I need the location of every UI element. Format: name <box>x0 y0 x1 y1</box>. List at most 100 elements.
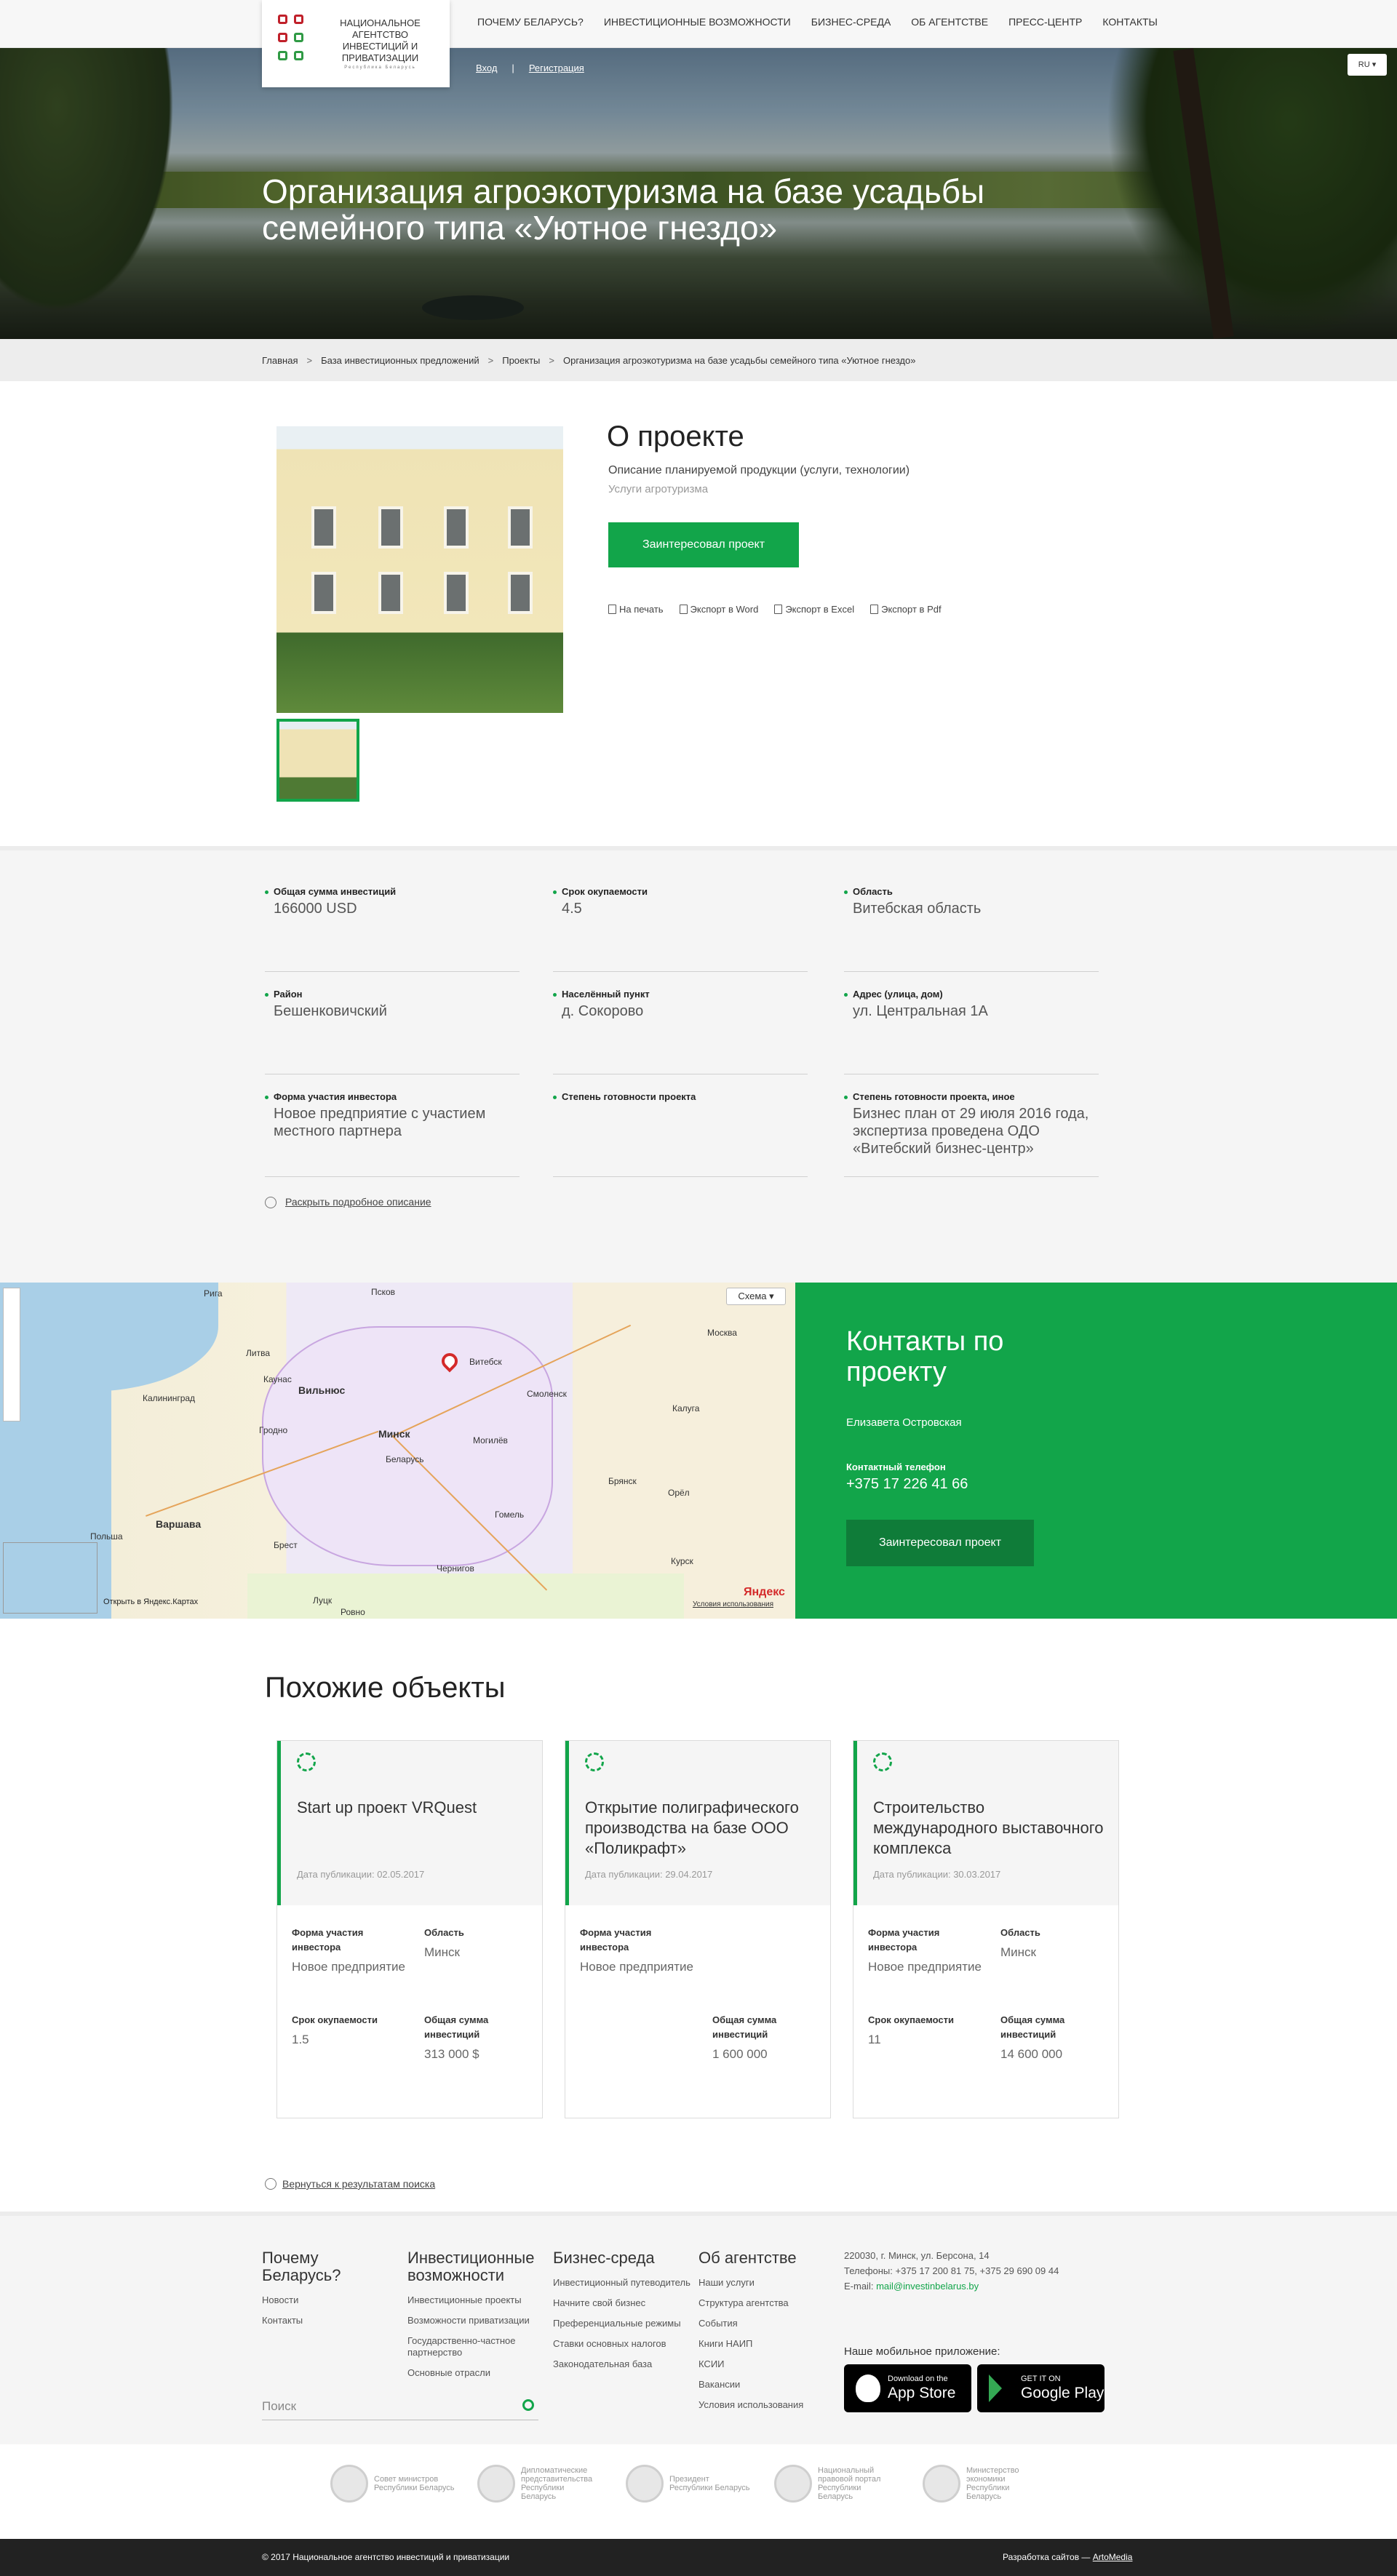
footer-col-agency: Об агентстве Наши услуги Структура агент… <box>698 2249 837 2420</box>
footer-heading[interactable]: Почему Беларусь? <box>262 2249 400 2284</box>
logo[interactable]: Национальное агентство инвестиций и прив… <box>262 0 450 87</box>
footer-heading[interactable]: Инвестиционные возможности <box>407 2249 546 2284</box>
footer-heading[interactable]: Бизнес-среда <box>553 2249 691 2267</box>
card-title[interactable]: Строительство международного выставочног… <box>873 1798 1106 1859</box>
register-link[interactable]: Регистрация <box>529 63 584 73</box>
map[interactable]: Вильнюс Минск Москва Варшава Витебск Мог… <box>0 1283 795 1619</box>
breadcrumb-database[interactable]: База инвестиционных предложений <box>321 355 479 366</box>
detail-value: Витебская область <box>853 901 982 917</box>
card-sum-value: 313 000 $ <box>424 2047 479 2061</box>
footer-link[interactable]: Наши услуги <box>698 2277 837 2289</box>
gov-link-name: Министерство экономики <box>966 2466 1019 2484</box>
app-store-button[interactable]: Download on the App Store <box>844 2364 971 2412</box>
email-link[interactable]: mail@investinbelarus.by <box>876 2281 979 2292</box>
map-city: Витебск <box>469 1357 502 1367</box>
contacts-interested-button[interactable]: Заинтересовал проект <box>846 1520 1034 1566</box>
footer-col-why: Почему Беларусь? Новости Контакты <box>262 2249 400 2335</box>
footer-link[interactable]: Инвестиционный путеводитель <box>553 2277 691 2289</box>
card-form-value: Новое предприятие <box>292 1960 405 1974</box>
search-icon[interactable] <box>522 2399 534 2411</box>
gov-link-diplomatic[interactable]: Дипломатические представительства Республ… <box>477 2463 601 2504</box>
developer-link[interactable]: ArtoMedia <box>1093 2552 1133 2562</box>
map-city: Польша <box>90 1531 123 1542</box>
detail-investor-form: Форма участия инвестора Новое предприятие… <box>265 1091 520 1177</box>
footer-search-input[interactable]: Поиск <box>262 2399 296 2414</box>
export-pdf-link[interactable]: Экспорт в Pdf <box>870 604 942 615</box>
card-title[interactable]: Start up проект VRQuest <box>297 1798 530 1818</box>
gov-link-sub: Республики Беларусь <box>669 2484 750 2492</box>
footer-link[interactable]: Инвестиционные проекты <box>407 2294 546 2306</box>
nav-contacts[interactable]: Контакты <box>1102 16 1158 28</box>
detail-label: Область <box>844 886 1099 897</box>
map-city: Минск <box>378 1428 410 1440</box>
document-icon <box>774 605 783 614</box>
footer-link[interactable]: Основные отрасли <box>407 2367 546 2379</box>
card-header: Строительство международного выставочног… <box>853 1741 1118 1905</box>
login-link[interactable]: Вход <box>476 63 497 73</box>
footer-link[interactable]: Вакансии <box>698 2379 837 2390</box>
card-sum-label: Общая сумма инвестиций <box>1000 2014 1065 2040</box>
breadcrumb-projects[interactable]: Проекты <box>502 355 540 366</box>
footer-link[interactable]: Законодательная база <box>553 2358 691 2370</box>
card-payback-label: Срок окупаемости <box>868 2014 955 2025</box>
map-city: Вильнюс <box>298 1384 346 1396</box>
footer-link[interactable]: Новости <box>262 2294 400 2306</box>
detail-region: Область Витебская область <box>844 886 1099 972</box>
footer-link[interactable]: Контакты <box>262 2315 400 2326</box>
back-to-results-link[interactable]: Вернуться к результатам поиска <box>265 2178 435 2190</box>
footer-link[interactable]: КСИИ <box>698 2358 837 2370</box>
print-link[interactable]: На печать <box>608 604 664 615</box>
footer-link[interactable]: Ставки основных налогов <box>553 2338 691 2350</box>
map-terms-link[interactable]: Условия использования <box>693 1600 773 1608</box>
expand-description-link[interactable]: Раскрыть подробное описание <box>285 1196 431 1208</box>
breadcrumb: Главная > База инвестиционных предложений >… <box>0 339 1397 381</box>
footer-link[interactable]: Условия использования <box>698 2399 837 2411</box>
map-belarus-region <box>262 1326 553 1566</box>
breadcrumb-home[interactable]: Главная <box>262 355 298 366</box>
gov-link-legal[interactable]: Национальный правовой портал Республики Б… <box>774 2463 898 2504</box>
footer-link[interactable]: Начните свой бизнес <box>553 2297 691 2309</box>
nav-press-center[interactable]: Пресс-центр <box>1008 16 1082 28</box>
detail-address: Адрес (улица, дом) ул. Центральная 1А <box>844 989 1099 1074</box>
gov-link-council[interactable]: Совет министров Республики Беларусь <box>330 2463 455 2504</box>
nav-why-belarus[interactable]: Почему Беларусь? <box>477 16 584 28</box>
detail-payback: Срок окупаемости 4.5 <box>553 886 808 972</box>
map-zoom-control[interactable] <box>3 1288 20 1421</box>
footer-link[interactable]: Возможности приватизации <box>407 2315 546 2326</box>
footer-link[interactable]: Государственно-частное партнерство <box>407 2335 546 2358</box>
app-store-small: Download on the <box>888 2374 948 2383</box>
map-type-select[interactable]: Схема ▾ <box>726 1288 786 1305</box>
detail-readiness: Степень готовности проекта <box>553 1091 808 1177</box>
google-play-button[interactable]: GET IT ON Google Play <box>977 2364 1105 2412</box>
card-title[interactable]: Открытие полиграфического производства н… <box>585 1798 818 1859</box>
logo-subtext: Республика Беларусь <box>344 65 416 70</box>
footer-link[interactable]: Книги НАИП <box>698 2338 837 2350</box>
nav-about-agency[interactable]: Об агентстве <box>911 16 988 28</box>
map-minimap[interactable] <box>3 1542 97 1614</box>
gov-link-president[interactable]: Президент Республики Беларусь <box>626 2463 750 2504</box>
map-city: Каунас <box>263 1374 292 1384</box>
project-thumbnail[interactable] <box>276 719 359 802</box>
footer-link[interactable]: События <box>698 2318 837 2329</box>
logo-mark-icon <box>278 15 311 70</box>
nav-investment-opportunities[interactable]: Инвестиционные возможности <box>604 16 791 28</box>
export-word-link[interactable]: Экспорт в Word <box>679 604 758 615</box>
contact-phone[interactable]: +375 17 226 41 66 <box>846 1476 968 1493</box>
footer-link[interactable]: Структура агентства <box>698 2297 837 2309</box>
similar-card[interactable]: Start up проект VRQuest Дата публикации:… <box>276 1740 543 2118</box>
language-select[interactable]: RU ▾ <box>1348 54 1387 76</box>
detail-label: Степень готовности проекта, иное <box>844 1091 1099 1102</box>
interested-button[interactable]: Заинтересовал проект <box>608 522 799 567</box>
breadcrumb-separator: > <box>306 355 313 366</box>
emblem-icon <box>626 2465 664 2503</box>
export-excel-link[interactable]: Экспорт в Excel <box>774 604 854 615</box>
similar-card[interactable]: Открытие полиграфического производства н… <box>565 1740 831 2118</box>
gear-icon <box>297 1752 316 1771</box>
footer-link[interactable]: Преференциальные режимы <box>553 2318 691 2329</box>
footer-heading[interactable]: Об агентстве <box>698 2249 837 2267</box>
open-in-yandex-link[interactable]: Открыть в Яндекс.Картах <box>103 1598 198 1606</box>
similar-card[interactable]: Строительство международного выставочног… <box>853 1740 1119 2118</box>
project-photo[interactable] <box>276 426 563 713</box>
nav-business-environment[interactable]: Бизнес-среда <box>811 16 891 28</box>
gov-link-economy[interactable]: Министерство экономики Республики Беларус… <box>923 2463 1046 2504</box>
